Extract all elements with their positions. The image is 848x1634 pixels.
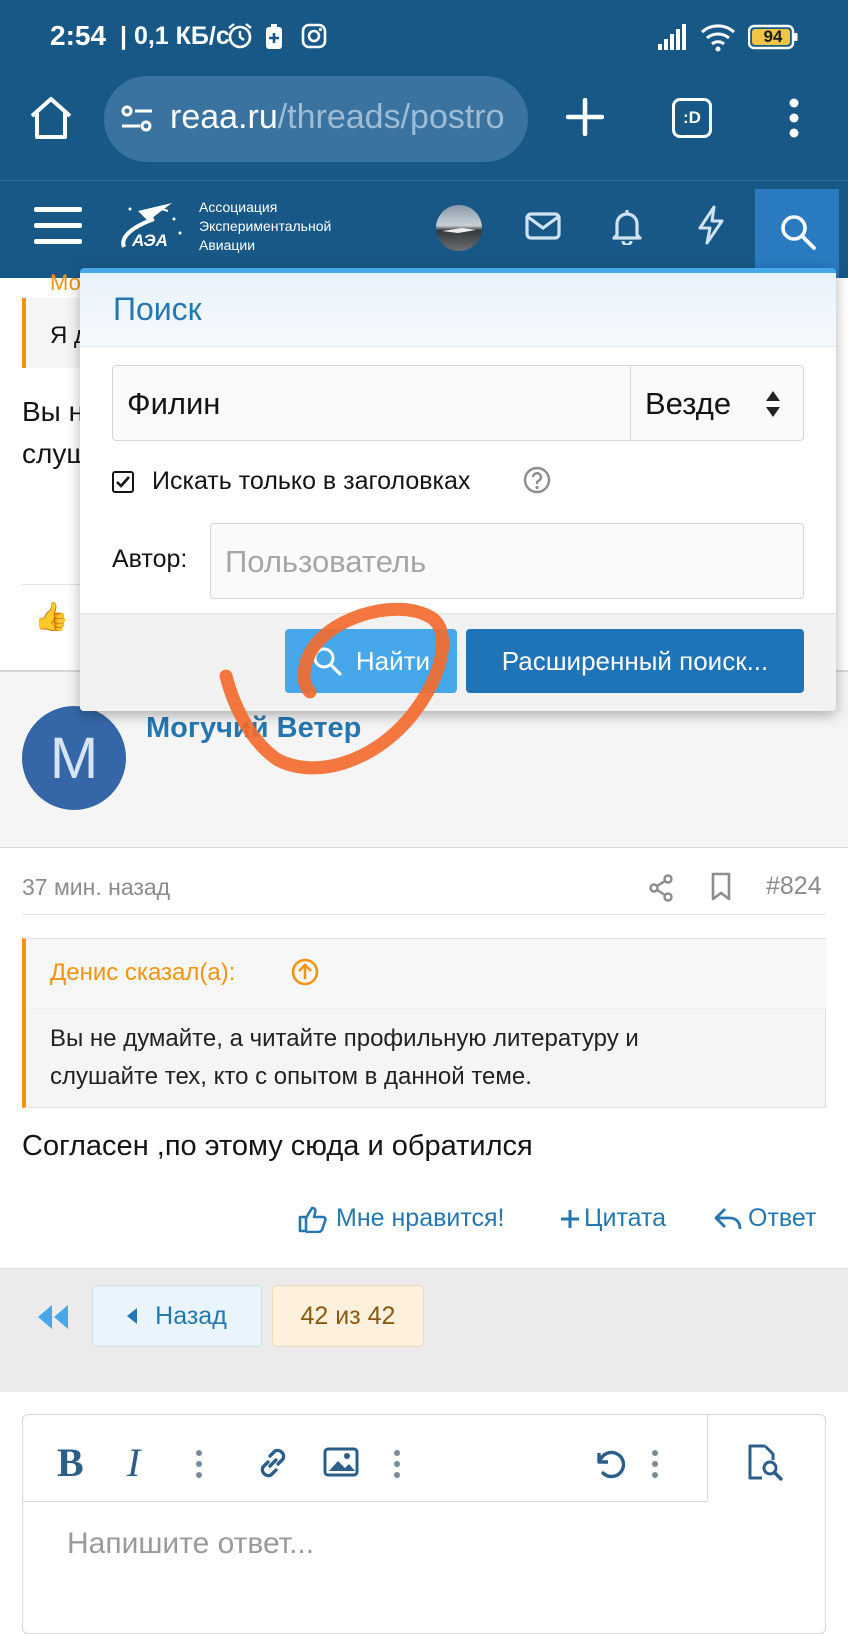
more-text-options-icon[interactable] — [195, 1449, 203, 1479]
reply-area: B I Напишите ответ... — [0, 1392, 848, 1634]
site-header: АЭА Ассоциация Экспериментальной Авиации — [0, 180, 848, 279]
new-tab-icon[interactable] — [566, 98, 604, 136]
divider — [22, 914, 826, 915]
page-indicator[interactable]: 42 из 42 — [272, 1285, 424, 1347]
tabs-button[interactable]: :D — [672, 98, 712, 138]
alarm-icon — [226, 22, 254, 50]
header-search-button[interactable] — [755, 189, 839, 279]
search-icon — [313, 647, 342, 676]
user-avatar[interactable] — [436, 205, 482, 251]
undo-icon[interactable] — [591, 1445, 627, 1481]
battery-level: 94 — [763, 27, 783, 46]
url-path: /threads/postro — [277, 98, 505, 136]
search-query-input[interactable]: Филин — [127, 386, 220, 422]
url-domain: reaa.ru — [170, 98, 278, 136]
like-button[interactable]: Мне нравится! — [298, 1204, 505, 1233]
url-text: reaa.ru/threads/postro — [170, 98, 505, 137]
post-body-text: Согласен ,по этому сюда и обратился — [22, 1130, 533, 1162]
post-quote: Денис сказал(а): Вы не думайте, а читайт… — [22, 938, 826, 1108]
preview-icon[interactable] — [745, 1443, 785, 1481]
site-name-line-3: Авиации — [199, 237, 256, 253]
status-bar: 2:54 | 0,1 КБ/с 94 — [0, 0, 848, 76]
author-label: Автор: — [112, 545, 188, 573]
search-icon — [779, 213, 817, 251]
quote-action-label: Цитата — [584, 1204, 667, 1232]
previous-quote-author: Мо — [50, 270, 81, 295]
image-icon[interactable] — [323, 1447, 359, 1477]
more-insert-options-icon[interactable] — [393, 1449, 401, 1479]
advanced-search-button[interactable]: Расширенный поиск... — [466, 629, 804, 693]
logo-mark: АЭА — [132, 231, 168, 250]
site-settings-icon[interactable] — [120, 105, 154, 133]
divider — [707, 1415, 708, 1501]
select-arrows-icon — [765, 390, 781, 418]
post-author-name[interactable]: Могучий Ветер — [146, 712, 361, 745]
search-scope-value: Везде — [645, 386, 732, 421]
bookmark-icon[interactable] — [710, 872, 732, 902]
wifi-icon — [700, 22, 736, 52]
bell-icon[interactable] — [611, 207, 643, 245]
browser-menu-icon[interactable] — [788, 98, 800, 138]
post-time[interactable]: 37 мин. назад — [22, 874, 170, 901]
more-editor-options-icon[interactable] — [651, 1449, 659, 1479]
like-thumb-icon: 👍 — [34, 601, 69, 632]
previous-body-line-2: слуш — [22, 438, 89, 469]
back-page-button[interactable]: Назад — [92, 1285, 262, 1347]
quote-line-2: слушайте тех, кто с опытом в данной теме… — [50, 1063, 532, 1090]
instagram-icon — [300, 22, 328, 50]
quote-button[interactable]: Цитата — [560, 1204, 666, 1233]
author-placeholder: Пользователь — [225, 544, 427, 579]
titles-only-label[interactable]: Искать только в заголовках — [152, 467, 470, 496]
status-time: 2:54 — [50, 20, 107, 51]
site-name-line-1: Ассоциация — [199, 199, 278, 215]
site-name: Ассоциация Экспериментальной Авиации — [199, 198, 331, 255]
reply-label: Ответ — [748, 1204, 817, 1232]
link-icon[interactable] — [255, 1445, 291, 1481]
post-number[interactable]: #824 — [766, 872, 822, 901]
hamburger-menu-icon[interactable] — [34, 205, 84, 247]
italic-button[interactable]: I — [127, 1439, 140, 1486]
browser-toolbar: reaa.ru/threads/postro :D — [0, 76, 848, 180]
titles-only-checkbox[interactable] — [112, 471, 134, 493]
signal-icon — [658, 24, 688, 50]
quote-jump-up-icon[interactable] — [290, 957, 320, 987]
reply-placeholder: Напишите ответ... — [67, 1527, 315, 1560]
first-page-icon[interactable] — [36, 1303, 70, 1331]
reply-button[interactable]: Ответ — [714, 1204, 816, 1233]
author-input[interactable]: Пользователь — [210, 523, 804, 599]
bold-button[interactable]: B — [57, 1439, 84, 1486]
search-scope-select[interactable]: Везде — [631, 366, 803, 440]
search-submit-label: Найти — [355, 645, 431, 676]
help-icon[interactable] — [522, 465, 552, 495]
reply-editor: B I Напишите ответ... — [22, 1414, 826, 1634]
quote-line-1: Вы не думайте, а читайте профильную лите… — [50, 1025, 639, 1052]
search-menu: Поиск Филин Везде Искать только в заголо… — [80, 268, 836, 711]
back-label: Назад — [155, 1301, 227, 1330]
divider — [23, 1501, 707, 1502]
share-icon[interactable] — [648, 874, 674, 902]
post-body-block: 37 мин. назад #824 Денис сказал(а): Вы н… — [0, 848, 848, 1268]
inbox-icon[interactable] — [525, 211, 561, 241]
post-avatar[interactable]: M — [22, 706, 126, 810]
url-bar[interactable]: reaa.ru/threads/postro — [104, 76, 528, 162]
pagination-bar: Назад 42 из 42 — [0, 1268, 848, 1392]
like-label: Мне нравится! — [336, 1204, 505, 1232]
search-menu-header: Поиск — [80, 273, 836, 347]
status-net-speed: | 0,1 КБ/с — [120, 22, 230, 50]
search-submit-button[interactable]: Найти — [285, 629, 457, 693]
quote-author[interactable]: Денис сказал(а): — [50, 959, 235, 987]
caret-left-icon — [127, 1308, 138, 1324]
site-name-line-2: Экспериментальной — [199, 218, 332, 234]
thumbs-up-icon — [298, 1206, 327, 1233]
search-menu-title: Поиск — [113, 291, 202, 327]
home-icon[interactable] — [28, 96, 74, 140]
battery-saver-icon — [264, 24, 284, 50]
search-input-group: Филин Везде — [112, 365, 804, 441]
plus-icon — [561, 1209, 579, 1228]
previous-body-line-1: Вы н — [22, 396, 85, 427]
reply-icon — [714, 1207, 742, 1229]
reply-input[interactable]: Напишите ответ... — [67, 1527, 314, 1561]
whats-new-bolt-icon[interactable] — [696, 205, 726, 245]
site-logo[interactable]: АЭА — [118, 197, 188, 257]
